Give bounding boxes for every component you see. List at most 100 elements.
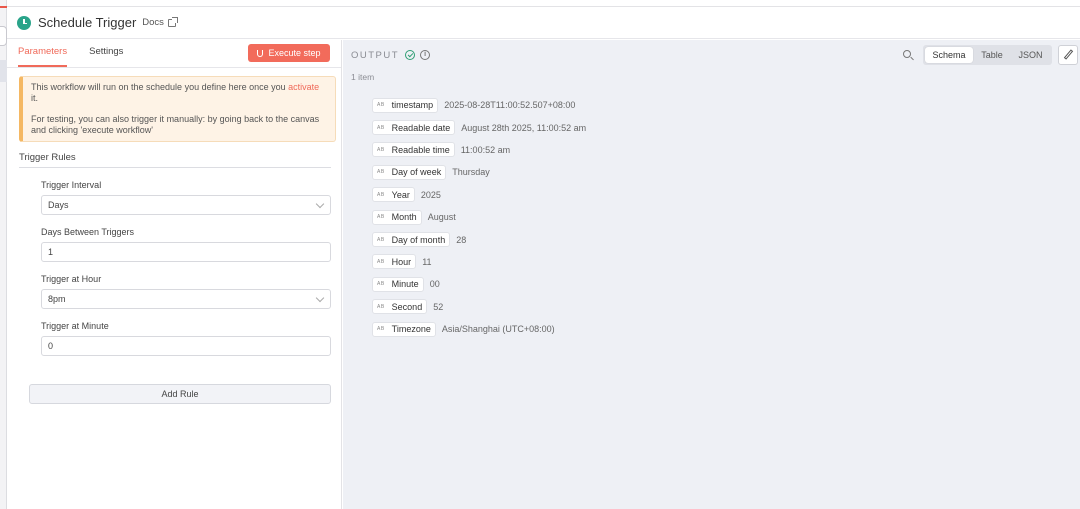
trigger-rules-heading: Trigger Rules bbox=[19, 152, 331, 168]
schema-row: AB Day of month 28 bbox=[372, 228, 586, 250]
field-key-pill[interactable]: AB Month bbox=[372, 209, 422, 225]
schema-row: AB Readable time 11:00:52 am bbox=[372, 139, 586, 161]
field-key-pill[interactable]: AB Hour bbox=[372, 254, 417, 270]
string-type-icon: AB bbox=[377, 169, 385, 176]
field-key-pill[interactable]: AB Readable date bbox=[372, 120, 456, 136]
node-title[interactable]: Schedule Trigger bbox=[38, 15, 136, 30]
field-value: August 28th 2025, 11:00:52 am bbox=[461, 122, 587, 133]
view-schema[interactable]: Schema bbox=[925, 47, 973, 63]
field-value: Thursday bbox=[452, 167, 490, 178]
edit-output-button[interactable] bbox=[1058, 45, 1078, 65]
field-key: Readable time bbox=[391, 144, 450, 155]
add-rule-button[interactable]: Add Rule bbox=[29, 384, 331, 404]
tab-settings[interactable]: Settings bbox=[89, 46, 123, 67]
field-key: Year bbox=[391, 189, 410, 200]
execute-step-button[interactable]: Execute step bbox=[248, 44, 330, 62]
field-key-pill[interactable]: AB Day of week bbox=[372, 164, 447, 180]
field-key-pill[interactable]: AB timestamp bbox=[372, 97, 439, 113]
notice-text: This workflow will run on the schedule y… bbox=[31, 82, 289, 92]
notice-text-end: it. bbox=[31, 93, 39, 103]
field-key-pill[interactable]: AB Year bbox=[372, 187, 415, 203]
field-key: Day of month bbox=[391, 234, 446, 245]
field-label: Trigger at Minute bbox=[41, 321, 109, 331]
string-type-icon: AB bbox=[377, 281, 385, 288]
external-link-icon bbox=[167, 16, 178, 27]
field-key-pill[interactable]: AB Minute bbox=[372, 276, 424, 292]
schema-row: AB Timezone Asia/Shanghai (UTC+08:00) bbox=[372, 318, 586, 340]
schema-row: AB Minute 00 bbox=[372, 273, 586, 295]
trigger-hour-select[interactable]: 8pm bbox=[41, 289, 331, 309]
string-type-icon: AB bbox=[377, 236, 385, 243]
docs-label: Docs bbox=[142, 17, 164, 28]
field-label: Trigger Interval bbox=[41, 180, 102, 190]
input-value: 1 bbox=[48, 247, 54, 257]
info-icon[interactable]: i bbox=[420, 50, 431, 60]
field-label: Days Between Triggers bbox=[41, 227, 135, 237]
trigger-interval-field: Trigger Interval Days bbox=[41, 180, 331, 215]
docs-link[interactable]: Docs bbox=[142, 16, 178, 28]
days-between-input[interactable]: 1 bbox=[41, 242, 331, 262]
output-panel: OUTPUT i Schema Table JSON 1 item AB time… bbox=[343, 40, 1080, 509]
field-key-pill[interactable]: AB Readable time bbox=[372, 142, 455, 158]
string-type-icon: AB bbox=[377, 191, 385, 198]
view-table[interactable]: Table bbox=[973, 47, 1011, 63]
field-key: Day of week bbox=[391, 167, 442, 178]
field-key-pill[interactable]: AB Timezone bbox=[372, 321, 436, 337]
schema-list: AB timestamp 2025-08-28T11:00:52.507+08:0… bbox=[372, 94, 586, 340]
field-key: timestamp bbox=[391, 100, 434, 111]
field-key: Timezone bbox=[391, 324, 431, 335]
trigger-hour-field: Trigger at Hour 8pm bbox=[41, 274, 331, 309]
background-canvas-strip bbox=[0, 0, 7, 509]
field-key: Hour bbox=[391, 256, 412, 267]
trigger-minute-input[interactable]: 0 bbox=[41, 336, 331, 356]
output-header: OUTPUT i Schema Table JSON bbox=[343, 40, 1080, 70]
trigger-interval-select[interactable]: Days bbox=[41, 195, 331, 215]
field-key-pill[interactable]: AB Day of month bbox=[372, 232, 451, 248]
node-header: Schedule Trigger Docs bbox=[7, 7, 1080, 39]
field-label: Trigger at Hour bbox=[41, 274, 102, 284]
field-key: Second bbox=[391, 301, 423, 312]
field-value: 00 bbox=[429, 279, 440, 290]
schema-row: AB Readable date August 28th 2025, 11:00:… bbox=[372, 116, 586, 138]
string-type-icon: AB bbox=[377, 326, 385, 333]
success-check-icon bbox=[405, 50, 416, 60]
string-type-icon: AB bbox=[377, 124, 385, 131]
item-count: 1 item bbox=[351, 72, 375, 82]
pencil-icon bbox=[1063, 49, 1074, 60]
string-type-icon: AB bbox=[377, 102, 385, 109]
notice-line-1: This workflow will run on the schedule y… bbox=[31, 82, 327, 104]
activate-link[interactable]: activate bbox=[288, 82, 319, 92]
search-icon[interactable] bbox=[903, 50, 911, 58]
schema-row: AB Day of week Thursday bbox=[372, 161, 586, 183]
field-key: Readable date bbox=[391, 122, 451, 133]
execute-step-label: Execute step bbox=[268, 48, 321, 58]
parameters-panel: Parameters Settings Execute step This wo… bbox=[7, 40, 342, 509]
field-key: Month bbox=[391, 212, 417, 223]
chevron-down-icon bbox=[315, 199, 325, 209]
schedule-notice: This workflow will run on the schedule y… bbox=[19, 76, 336, 142]
field-value: Asia/Shanghai (UTC+08:00) bbox=[441, 324, 555, 335]
trigger-minute-field: Trigger at Minute 0 bbox=[41, 321, 331, 356]
field-key: Minute bbox=[391, 279, 419, 290]
schema-row: AB Hour 11 bbox=[372, 251, 586, 273]
string-type-icon: AB bbox=[377, 214, 385, 221]
clock-icon bbox=[17, 15, 31, 30]
background-marker bbox=[0, 6, 7, 8]
schema-row: AB Month August bbox=[372, 206, 586, 228]
schema-row: AB timestamp 2025-08-28T11:00:52.507+08:0… bbox=[372, 94, 586, 116]
view-json[interactable]: JSON bbox=[1011, 47, 1050, 63]
field-value: 28 bbox=[456, 234, 467, 245]
notice-line-2: For testing, you can also trigger it man… bbox=[31, 114, 320, 135]
select-value: 8pm bbox=[48, 294, 66, 304]
output-title: OUTPUT bbox=[351, 49, 400, 61]
chevron-down-icon bbox=[315, 293, 325, 303]
string-type-icon: AB bbox=[377, 146, 385, 153]
field-value: 2025 bbox=[420, 189, 441, 200]
tab-parameters[interactable]: Parameters bbox=[18, 46, 68, 67]
input-value: 0 bbox=[48, 341, 54, 351]
background-selected-item bbox=[0, 60, 7, 82]
field-key-pill[interactable]: AB Second bbox=[372, 299, 428, 315]
background-control bbox=[0, 26, 7, 46]
days-between-field: Days Between Triggers 1 bbox=[41, 227, 331, 262]
view-toggle: Schema Table JSON bbox=[923, 45, 1052, 65]
